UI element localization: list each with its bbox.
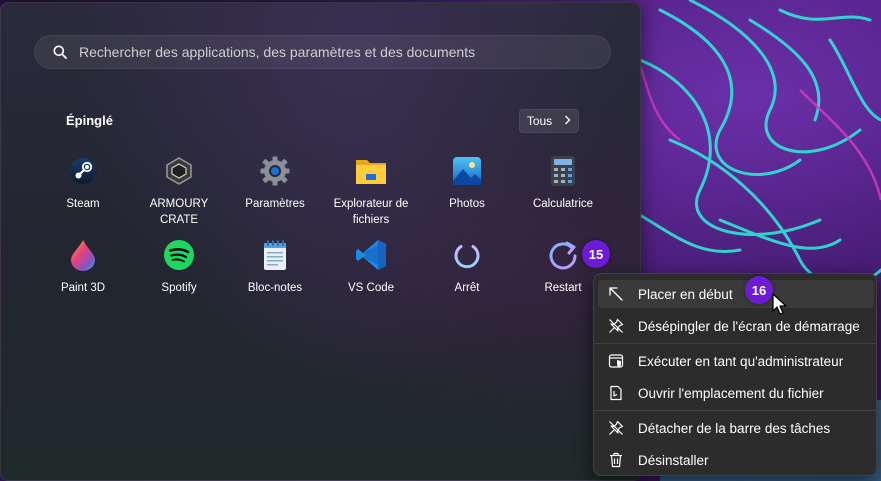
gear-icon bbox=[259, 155, 291, 187]
menu-separator bbox=[594, 410, 876, 411]
admin-shield-icon bbox=[608, 353, 624, 369]
unpin-icon bbox=[608, 318, 624, 334]
app-label: Spotify bbox=[161, 282, 197, 294]
menu-item-unpin-taskbar[interactable]: Détacher de la barre des tâches bbox=[598, 414, 874, 442]
pinned-app-steam[interactable]: Steam bbox=[37, 155, 129, 212]
chevron-right-icon bbox=[564, 114, 571, 128]
app-label: Explorateur de fichiers bbox=[333, 198, 409, 226]
pinned-app-vscode[interactable]: VS Code bbox=[325, 239, 417, 296]
photos-icon bbox=[451, 155, 483, 187]
pinned-section-title: Épinglé bbox=[66, 113, 113, 128]
app-label: Bloc-notes bbox=[247, 282, 303, 294]
step-badge-menu: 16 bbox=[745, 276, 773, 304]
open-location-icon bbox=[608, 385, 624, 401]
pinned-app-notepad[interactable]: Bloc-notes bbox=[229, 239, 321, 296]
all-apps-button[interactable]: Tous bbox=[519, 109, 579, 133]
menu-item-label: Désinstaller bbox=[638, 452, 709, 468]
app-label: Photos bbox=[449, 198, 485, 210]
start-menu: Épinglé Tous Steam ARMOURY CRATE Paramèt… bbox=[0, 2, 641, 481]
restart-icon bbox=[547, 239, 579, 271]
steam-icon bbox=[67, 155, 99, 187]
calculator-icon bbox=[547, 155, 579, 187]
menu-item-pin-to-top[interactable]: Placer en début bbox=[598, 280, 874, 308]
app-label: Paint 3D bbox=[60, 282, 106, 294]
app-label: Arrêt bbox=[454, 282, 480, 294]
context-menu: Placer en début Désépingler de l'écran d… bbox=[593, 273, 877, 476]
app-label: Steam bbox=[66, 198, 100, 210]
pinned-app-armoury-crate[interactable]: ARMOURY CRATE bbox=[133, 155, 225, 228]
pinned-app-shutdown[interactable]: Arrêt bbox=[421, 239, 513, 296]
arrow-up-left-icon bbox=[608, 286, 624, 302]
app-label: ARMOURY CRATE bbox=[149, 198, 209, 226]
pinned-app-calculator[interactable]: Calculatrice bbox=[517, 155, 609, 212]
app-label: Paramètres bbox=[245, 198, 305, 210]
armoury-crate-icon bbox=[163, 155, 195, 187]
menu-item-label: Ouvrir l'emplacement du fichier bbox=[638, 385, 824, 401]
unpin-taskbar-icon bbox=[608, 420, 624, 436]
search-input[interactable] bbox=[79, 36, 610, 68]
notepad-icon bbox=[259, 239, 291, 271]
app-label: Calculatrice bbox=[532, 198, 594, 210]
vscode-icon bbox=[355, 239, 387, 271]
menu-item-run-as-admin[interactable]: Exécuter en tant qu'administrateur bbox=[598, 347, 874, 375]
menu-item-label: Exécuter en tant qu'administrateur bbox=[638, 353, 844, 369]
trash-icon bbox=[608, 452, 624, 468]
menu-item-open-location[interactable]: Ouvrir l'emplacement du fichier bbox=[598, 379, 874, 407]
power-icon bbox=[451, 239, 483, 271]
pinned-app-settings[interactable]: Paramètres bbox=[229, 155, 321, 212]
menu-separator bbox=[594, 343, 876, 344]
mouse-cursor-icon bbox=[772, 293, 788, 322]
spotify-icon bbox=[163, 239, 195, 271]
all-apps-label: Tous bbox=[526, 114, 553, 128]
menu-item-label: Désépingler de l'écran de démarrage bbox=[638, 318, 860, 334]
search-box[interactable] bbox=[34, 35, 611, 69]
app-label: VS Code bbox=[347, 282, 395, 294]
pinned-app-file-explorer[interactable]: Explorateur de fichiers bbox=[325, 155, 417, 228]
pinned-app-paint3d[interactable]: Paint 3D bbox=[37, 239, 129, 296]
step-badge-restart: 15 bbox=[582, 240, 610, 268]
menu-item-unpin-start[interactable]: Désépingler de l'écran de démarrage bbox=[598, 312, 874, 340]
pinned-app-photos[interactable]: Photos bbox=[421, 155, 513, 212]
search-icon bbox=[53, 45, 67, 59]
pinned-app-spotify[interactable]: Spotify bbox=[133, 239, 225, 296]
paint3d-icon bbox=[67, 239, 99, 271]
menu-item-label: Placer en début bbox=[638, 286, 733, 302]
menu-item-uninstall[interactable]: Désinstaller bbox=[598, 446, 874, 474]
menu-item-label: Détacher de la barre des tâches bbox=[638, 420, 831, 436]
folder-icon bbox=[355, 155, 387, 187]
